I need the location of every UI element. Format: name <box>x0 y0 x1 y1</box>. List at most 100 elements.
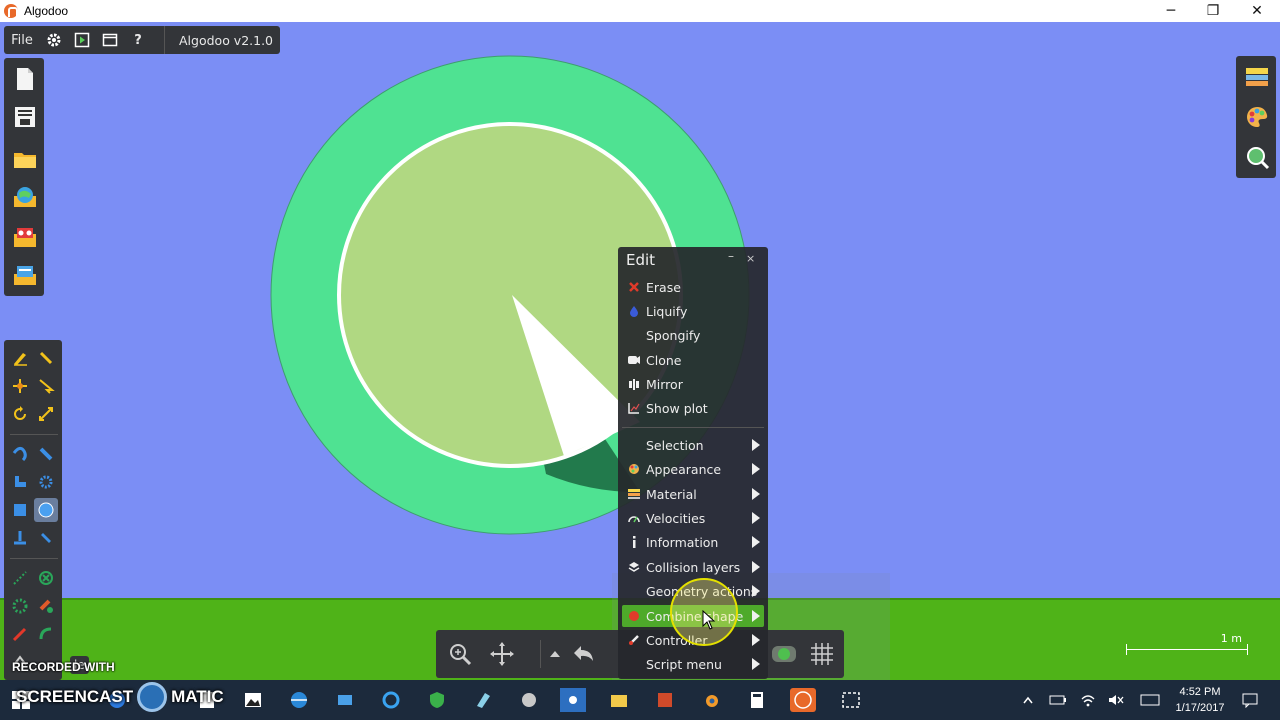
menu-item-script-menu[interactable]: Script menu <box>622 653 764 675</box>
layers-icon <box>626 559 642 575</box>
powerpoint-icon[interactable] <box>652 688 678 712</box>
pan-icon[interactable] <box>488 640 516 668</box>
phunlets-icon[interactable] <box>12 224 38 250</box>
grid-icon[interactable] <box>808 640 836 668</box>
battery-icon[interactable] <box>1048 690 1068 710</box>
tray-chevron-icon[interactable] <box>1018 690 1038 710</box>
blank-icon <box>626 327 642 343</box>
scale-label: 1 m <box>1220 632 1242 645</box>
brush-tool-icon[interactable] <box>34 346 58 370</box>
combine-shape-icon <box>626 608 642 624</box>
browse-folder-icon[interactable] <box>12 262 38 288</box>
play-scene-icon[interactable] <box>68 26 96 54</box>
menu-item-show-plot[interactable]: Show plot <box>622 397 764 419</box>
zoom-settings-icon[interactable] <box>1244 144 1270 170</box>
window-titlebar: Algodoo ─ ❐ ✕ <box>0 0 1280 22</box>
sketch-app-icon[interactable] <box>470 688 496 712</box>
file-panel <box>4 58 44 296</box>
restore-button[interactable]: ❐ <box>1190 0 1236 22</box>
menu-item-liquify[interactable]: Liquify <box>622 300 764 322</box>
thruster-tool-icon[interactable] <box>34 526 58 550</box>
close-window-button[interactable]: ✕ <box>1234 0 1280 22</box>
minimize-button[interactable]: ─ <box>1148 0 1194 22</box>
expand-up-icon[interactable] <box>540 640 568 668</box>
velocity-gauge-icon <box>626 510 642 526</box>
security-shield-icon[interactable] <box>424 688 450 712</box>
bluetooth-app-icon[interactable] <box>560 688 586 712</box>
rope-tool-icon[interactable] <box>8 442 32 466</box>
material-icon <box>626 486 642 502</box>
taskbar-clock[interactable]: 4:52 PM 1/17/2017 <box>1168 684 1232 716</box>
wifi-icon[interactable] <box>1078 690 1098 710</box>
box-tool-icon[interactable] <box>8 498 32 522</box>
axle-tool-icon[interactable] <box>34 566 58 590</box>
volume-muted-icon[interactable] <box>1106 690 1126 710</box>
mail-app-icon[interactable] <box>332 688 358 712</box>
top-menu-bar: File ? Algodoo v2.1.0 <box>4 26 280 54</box>
rotate-tool-icon[interactable] <box>8 402 32 426</box>
keyboard-icon[interactable] <box>1140 690 1160 710</box>
submenu-arrow-icon <box>752 536 760 548</box>
open-folder-icon[interactable] <box>12 146 38 172</box>
menu-item-erase[interactable]: Erase <box>622 276 764 298</box>
scale-tool-icon[interactable] <box>34 402 58 426</box>
tool-panel <box>4 340 62 680</box>
palette-icon[interactable] <box>1244 104 1270 130</box>
snipping-tool-icon[interactable] <box>838 688 864 712</box>
background-layers-icon[interactable] <box>1244 64 1270 90</box>
algobox-globe-icon[interactable] <box>12 184 38 210</box>
screencast-logo-icon <box>137 682 168 712</box>
menu-close-button[interactable]: × <box>746 252 755 265</box>
drag-tool-icon[interactable] <box>34 374 58 398</box>
menu-item-clone[interactable]: Clone <box>622 349 764 371</box>
globe-app-icon[interactable] <box>286 688 312 712</box>
save-scene-icon[interactable] <box>12 104 38 130</box>
new-scene-icon[interactable] <box>12 66 38 92</box>
menu-item-spongify[interactable]: Spongify <box>622 324 764 346</box>
paint-app-icon[interactable] <box>516 688 542 712</box>
algodoo-taskbar-icon[interactable] <box>790 688 816 712</box>
menu-item-material[interactable]: Material <box>622 483 764 505</box>
notifications-icon[interactable] <box>1240 690 1260 710</box>
sketch-tool-icon[interactable] <box>8 346 32 370</box>
photos-app-icon[interactable] <box>240 688 266 712</box>
clock-date: 1/17/2017 <box>1175 702 1225 714</box>
info-icon <box>626 534 642 550</box>
window-icon[interactable] <box>96 26 124 54</box>
circle-tool-icon[interactable] <box>34 498 58 522</box>
spring-tool-icon[interactable] <box>34 442 58 466</box>
tool-separator <box>10 434 58 435</box>
tracer-tool-icon[interactable] <box>8 566 32 590</box>
menu-item-label: Material <box>646 486 697 502</box>
blender-app-icon[interactable] <box>698 688 724 712</box>
menu-item-collision-layers[interactable]: Collision layers <box>622 556 764 578</box>
undo-icon[interactable] <box>570 640 598 668</box>
laser-tool-icon[interactable] <box>8 594 32 618</box>
help-icon[interactable]: ? <box>124 26 152 54</box>
file-explorer-icon[interactable] <box>606 688 632 712</box>
menu-item-appearance[interactable]: Appearance <box>622 458 764 480</box>
submenu-arrow-icon <box>752 634 760 646</box>
zoom-icon[interactable] <box>446 640 474 668</box>
menu-item-information[interactable]: Information <box>622 531 764 553</box>
submenu-arrow-icon <box>752 585 760 597</box>
menu-item-mirror[interactable]: Mirror <box>622 373 764 395</box>
blank-icon <box>626 583 642 599</box>
menu-item-selection[interactable]: Selection <box>622 434 764 456</box>
file-menu[interactable]: File <box>4 26 40 54</box>
blank-icon <box>626 437 642 453</box>
hinge-tool-icon[interactable] <box>34 622 58 646</box>
menu-minimize-button[interactable]: – <box>728 249 734 263</box>
clock-time: 4:52 PM <box>1179 686 1221 698</box>
chain-tool-icon[interactable] <box>34 594 58 618</box>
gear-icon[interactable] <box>40 26 68 54</box>
move-tool-icon[interactable] <box>8 374 32 398</box>
knife-tool-icon[interactable] <box>8 622 32 646</box>
gravity-icon[interactable] <box>770 640 798 668</box>
fixate-tool-icon[interactable] <box>8 526 32 550</box>
gear-tool-icon[interactable] <box>34 470 58 494</box>
calculator-icon[interactable] <box>744 688 770 712</box>
plane-tool-icon[interactable] <box>8 470 32 494</box>
internet-explorer-icon[interactable] <box>378 688 404 712</box>
menu-item-velocities[interactable]: Velocities <box>622 507 764 529</box>
